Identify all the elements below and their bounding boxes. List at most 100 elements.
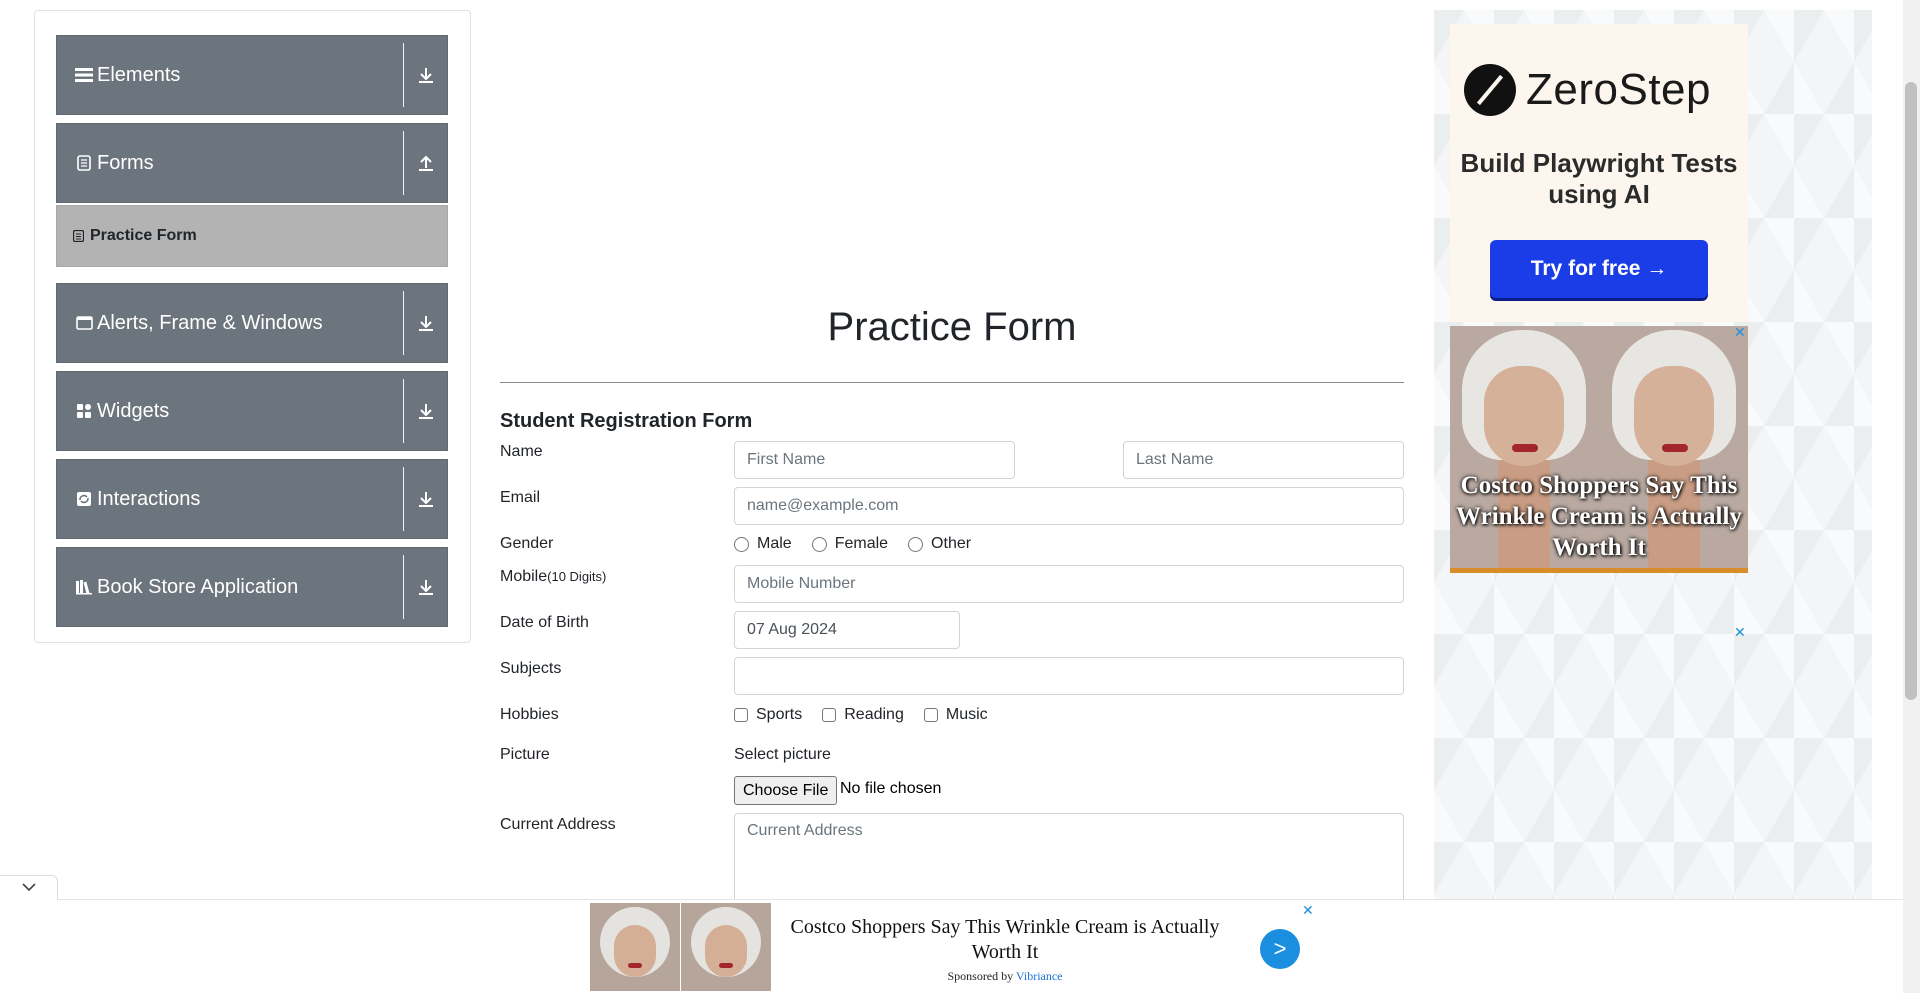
email-label: Email <box>500 489 541 506</box>
option-label: Sports <box>756 706 803 723</box>
checkbox[interactable] <box>734 708 748 722</box>
form-title: Student Registration Form <box>500 410 753 432</box>
group-header[interactable]: Book Store Application <box>57 548 447 626</box>
date-of-birth-input[interactable]: 07 Aug 2024 <box>734 611 960 649</box>
ad-image <box>590 903 680 991</box>
last-name-input[interactable]: Last Name <box>1123 441 1404 479</box>
ad-go-button[interactable]: > <box>1260 929 1300 969</box>
interactions-icon <box>75 490 93 508</box>
collapse-ad-button[interactable] <box>0 875 58 900</box>
mobile-input[interactable]: Mobile Number <box>734 565 1404 603</box>
picture-label: Picture <box>500 746 550 763</box>
group-title: Widgets <box>97 399 170 422</box>
radio-button[interactable] <box>908 536 924 552</box>
download-icon[interactable] <box>404 36 447 114</box>
window-icon <box>75 314 93 332</box>
upload-icon[interactable] <box>404 124 447 202</box>
radio-button[interactable] <box>811 536 827 552</box>
download-icon[interactable] <box>404 372 447 450</box>
group-header[interactable]: Forms <box>57 124 447 202</box>
group-title: Interactions <box>97 487 201 510</box>
sidebar-group-elements[interactable]: Elements <box>56 35 448 115</box>
gender-label: Gender <box>500 535 554 552</box>
first-name-input[interactable]: First Name <box>734 441 1015 479</box>
sidebar-item-practice-form[interactable]: Practice Form <box>56 205 448 267</box>
scrollbar-thumb[interactable] <box>1905 82 1917 700</box>
hobbies-checkbox-group: Sports Reading Music <box>734 706 1008 724</box>
mobile-label: Mobile(10 Digits) <box>500 568 606 586</box>
name-label: Name <box>500 443 543 460</box>
document-icon <box>75 154 93 172</box>
divider <box>403 555 404 619</box>
page: Elements Forms Practice Form Alerts, Fra… <box>0 0 1920 993</box>
form-icon <box>72 230 84 242</box>
hamburger-icon <box>75 66 93 84</box>
divider <box>403 467 404 531</box>
divider <box>403 379 404 443</box>
group-title: Forms <box>97 151 154 174</box>
ad-sponsor: Sponsored by Vibriance <box>790 969 1220 984</box>
gender-radio-group: Male Female Other <box>734 535 991 553</box>
close-ad-icon[interactable]: ✕ <box>1734 324 1746 341</box>
checkbox[interactable] <box>923 708 938 722</box>
hobby-reading-option[interactable]: Reading <box>822 706 904 724</box>
ad-headline: Costco Shoppers Say This Wrinkle Cream i… <box>1456 472 1742 561</box>
hobbies-label: Hobbies <box>500 706 559 723</box>
current-address-input[interactable]: Current Address <box>734 813 1404 913</box>
email-input[interactable]: name@example.com <box>734 487 1404 525</box>
sidebar-group-book-store[interactable]: Book Store Application <box>56 547 448 627</box>
sidebar-group-widgets[interactable]: Widgets <box>56 371 448 451</box>
divider <box>403 291 404 355</box>
close-ad-icon[interactable]: ✕ <box>1302 902 1314 919</box>
option-label: Other <box>931 535 972 552</box>
chevron-down-icon <box>21 879 37 897</box>
sidebar-group-interactions[interactable]: Interactions <box>56 459 448 539</box>
subjects-input[interactable] <box>734 657 1404 695</box>
radio-button[interactable] <box>734 536 749 552</box>
download-icon[interactable] <box>404 284 447 362</box>
option-label: Male <box>757 535 792 552</box>
subjects-label: Subjects <box>500 660 562 677</box>
mobile-label-text: Mobile <box>500 568 548 585</box>
bottom-ad[interactable]: Costco Shoppers Say This Wrinkle Cream i… <box>590 903 1300 991</box>
group-header[interactable]: Interactions <box>57 460 447 538</box>
group-title: Elements <box>97 63 181 86</box>
zerostep-ad[interactable]: ZeroStep Build Playwright Tests using AI… <box>1450 24 1748 322</box>
zerostep-logo-icon <box>1464 64 1516 116</box>
group-title: Alerts, Frame & Windows <box>97 311 323 334</box>
zerostep-brand: ZeroStep <box>1526 65 1711 114</box>
zerostep-tagline: Build Playwright Tests using AI <box>1460 148 1738 209</box>
page-title: Practice Form <box>827 305 1077 349</box>
group-header[interactable]: Elements <box>57 36 447 114</box>
group-header[interactable]: Widgets <box>57 372 447 450</box>
gender-female-option[interactable]: Female <box>811 535 889 553</box>
sidebar-group-alerts[interactable]: Alerts, Frame & Windows <box>56 283 448 363</box>
gender-male-option[interactable]: Male <box>734 535 792 553</box>
download-icon[interactable] <box>404 460 447 538</box>
divider <box>403 43 404 107</box>
try-for-free-button[interactable]: Try for free → <box>1490 240 1708 298</box>
download-icon[interactable] <box>404 548 447 626</box>
dob-label: Date of Birth <box>500 614 589 631</box>
ad-image <box>681 903 771 991</box>
address-label: Current Address <box>500 816 616 833</box>
group-header[interactable]: Alerts, Frame & Windows <box>57 284 447 362</box>
option-label: Female <box>834 535 889 552</box>
mobile-hint: (10 Digits) <box>547 569 607 584</box>
ad-headline: Costco Shoppers Say This Wrinkle Cream i… <box>790 916 1220 963</box>
close-ad-icon[interactable]: ✕ <box>1734 624 1746 641</box>
sponsor-name[interactable]: Vibriance <box>1016 969 1063 983</box>
choose-file-button[interactable]: Choose File <box>734 776 838 805</box>
option-label: Music <box>945 706 988 723</box>
hobby-sports-option[interactable]: Sports <box>734 706 802 724</box>
gender-other-option[interactable]: Other <box>908 535 971 553</box>
divider <box>500 382 1404 383</box>
file-status: No file chosen <box>840 780 942 797</box>
sidebar-group-forms[interactable]: Forms <box>56 123 448 203</box>
hobby-music-option[interactable]: Music <box>923 706 988 724</box>
widgets-icon <box>75 402 93 420</box>
costco-ad[interactable]: Costco Shoppers Say This Wrinkle Cream i… <box>1450 326 1748 573</box>
checkbox[interactable] <box>822 708 837 722</box>
group-title: Book Store Application <box>97 575 299 598</box>
zerostep-logo: ZeroStep <box>1464 64 1711 116</box>
